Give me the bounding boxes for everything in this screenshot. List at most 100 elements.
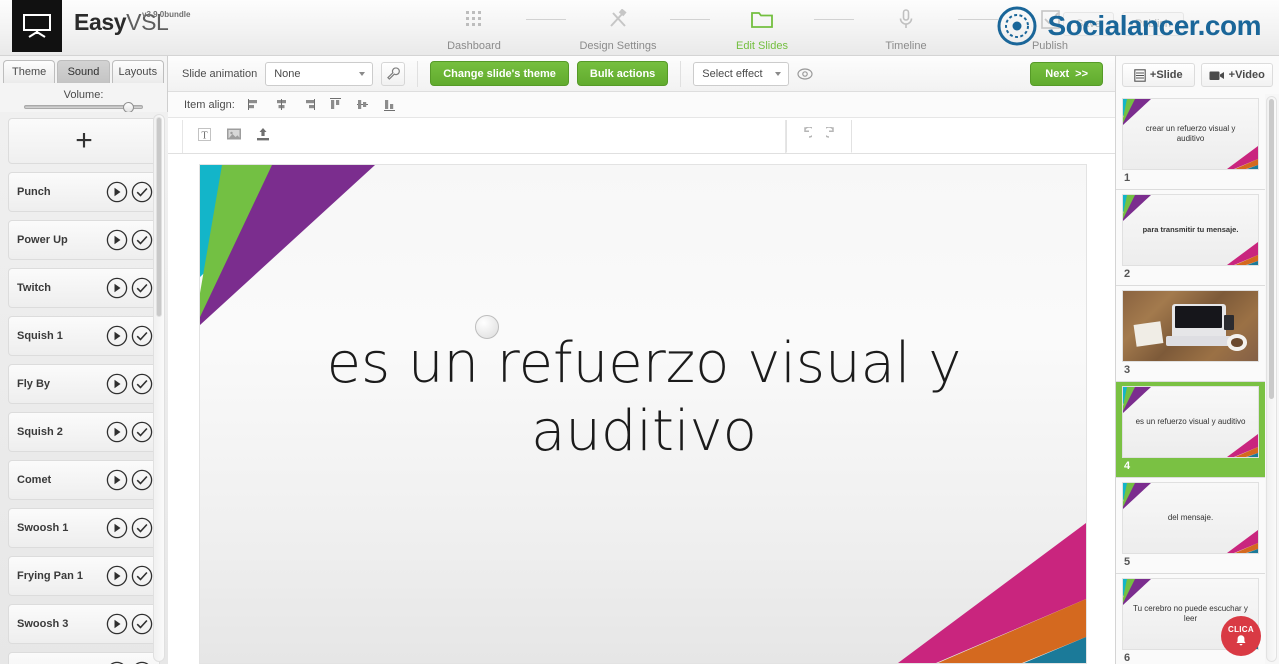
app-logo [12,0,62,52]
add-upload-icon[interactable] [256,127,270,147]
play-circle-icon[interactable] [106,277,128,299]
check-circle-icon[interactable] [131,181,153,203]
animation-settings-button[interactable] [381,61,406,86]
play-circle-icon[interactable] [106,613,128,635]
slides-scrollbar[interactable] [1266,96,1277,662]
check-circle-icon[interactable] [131,565,153,587]
thumb-corner-bottom-right [1224,527,1258,553]
check-circle-icon[interactable] [131,277,153,299]
align-middle-vertical-icon[interactable] [355,97,370,112]
align-top-icon[interactable] [328,97,343,112]
slide-text-element[interactable]: es un refuerzo visual y auditivo [260,330,1028,467]
check-circle-icon[interactable] [131,469,153,491]
presentation-screen-icon [23,14,51,38]
play-circle-icon[interactable] [106,181,128,203]
step-design-settings[interactable]: Design Settings [574,6,662,52]
volume-slider[interactable] [24,102,143,113]
item-align-label: Item align: [184,98,235,111]
check-circle-icon[interactable] [131,517,153,539]
slide-thumbnail-4[interactable]: es un refuerzo visual y auditivo 4 [1116,382,1265,478]
video-camera-icon [1209,71,1224,80]
sound-item[interactable]: Squish 1 [8,316,160,356]
play-circle-icon[interactable] [106,517,128,539]
play-circle-icon[interactable] [106,325,128,347]
select-effect-dropdown[interactable]: Select effect [693,61,790,86]
sound-item[interactable]: Twitch [8,268,160,308]
sound-item-label: Swoosh 1 [17,522,69,534]
clica-notification-badge[interactable]: CLICA [1221,616,1261,656]
check-circle-icon[interactable] [131,373,153,395]
scrollbar-thumb[interactable] [1269,99,1274,399]
slide-animation-select[interactable]: None [265,61,374,86]
check-circle-icon[interactable] [131,613,153,635]
add-image-icon[interactable] [226,127,242,146]
add-slide-button[interactable]: +Slide [1122,63,1195,87]
check-circle-icon[interactable] [131,421,153,443]
wizard-steps: Dashboard Design Settings Edit Slides Ti… [430,6,1094,52]
sound-item[interactable]: Swoosh 2 [8,652,160,664]
sound-item-label: Comet [17,474,52,486]
step-dashboard[interactable]: Dashboard [430,6,518,52]
check-circle-icon[interactable] [131,325,153,347]
slide-animation-value: None [274,67,301,80]
step-label: Edit Slides [736,40,788,52]
undo-button[interactable] [798,125,815,146]
tab-layouts[interactable]: Layouts [111,60,164,83]
sound-item-label: Squish 1 [17,330,63,342]
sound-item[interactable]: Power Up [8,220,160,260]
align-right-icon[interactable] [301,97,316,112]
add-video-button[interactable]: +Video [1200,63,1273,87]
play-circle-icon[interactable] [106,565,128,587]
scrollbar-thumb[interactable] [156,117,162,317]
change-slide-theme-button[interactable]: Change slide's theme [430,61,569,86]
redo-button[interactable] [823,125,840,146]
sound-item-label: Fly By [17,378,51,390]
sound-item[interactable]: Swoosh 3 [8,604,160,644]
step-timeline[interactable]: Timeline [862,6,950,52]
step-separator [806,6,862,32]
next-button[interactable]: Next >> [1030,62,1103,86]
tab-sound[interactable]: Sound [57,60,110,83]
play-circle-icon[interactable] [106,469,128,491]
add-sound-button[interactable]: + [8,118,160,164]
play-circle-icon[interactable] [106,373,128,395]
align-bottom-icon[interactable] [382,97,397,112]
sound-item[interactable]: Comet [8,460,160,500]
slide-thumbnail-5[interactable]: del mensaje. 5 [1116,478,1265,574]
sound-item-label: Squish 2 [17,426,63,438]
sound-item[interactable]: Frying Pan 1 [8,556,160,596]
align-center-horizontal-icon[interactable] [274,97,289,112]
slide-toolbar: Slide animation None Change slide's them… [168,56,1115,92]
bulk-actions-button[interactable]: Bulk actions [576,61,669,86]
add-text-icon[interactable]: T [197,127,212,147]
app-header: EasyVSL v3.9.0bundle Dashboard Design Se… [0,0,1279,56]
slide-thumbnail-text: para transmitir tu mensaje. [1142,225,1239,235]
microphone-icon [862,6,950,32]
play-circle-icon[interactable] [106,421,128,443]
sound-item[interactable]: Fly By [8,364,160,404]
thumb-corner-top-left [1123,483,1157,509]
step-edit-slides[interactable]: Edit Slides [718,6,806,52]
app-version: v3.9.0bundle [142,10,191,19]
add-slide-label: +Slide [1149,69,1183,81]
slide-canvas-area: es un refuerzo visual y auditivo [168,154,1115,664]
slide-thumbnail-2[interactable]: para transmitir tu mensaje. 2 [1116,190,1265,286]
slide-animation-label: Slide animation [182,67,258,80]
sound-item[interactable]: Swoosh 1 [8,508,160,548]
sound-item[interactable]: Punch [8,172,160,212]
slide-canvas[interactable]: es un refuerzo visual y auditivo [199,164,1087,664]
align-left-icon[interactable] [247,97,262,112]
slide-thumbnail-3[interactable]: 3 [1116,286,1265,382]
slide-thumbnail-list: crear un refuerzo visual y auditivo 1 para… [1116,94,1265,664]
insert-tool-group: T [182,120,786,153]
sound-list-scrollbar[interactable] [153,114,165,662]
slide-thumbnail-photo [1122,290,1259,362]
thumb-corner-bottom-right [1224,239,1258,265]
sound-item[interactable]: Squish 2 [8,412,160,452]
sound-item-label: Power Up [17,234,68,246]
slide-thumbnail-1[interactable]: crear un refuerzo visual y auditivo 1 [1116,94,1265,190]
tab-theme[interactable]: Theme [3,60,56,83]
check-circle-icon[interactable] [131,229,153,251]
preview-effect-button[interactable] [797,66,813,82]
play-circle-icon[interactable] [106,229,128,251]
